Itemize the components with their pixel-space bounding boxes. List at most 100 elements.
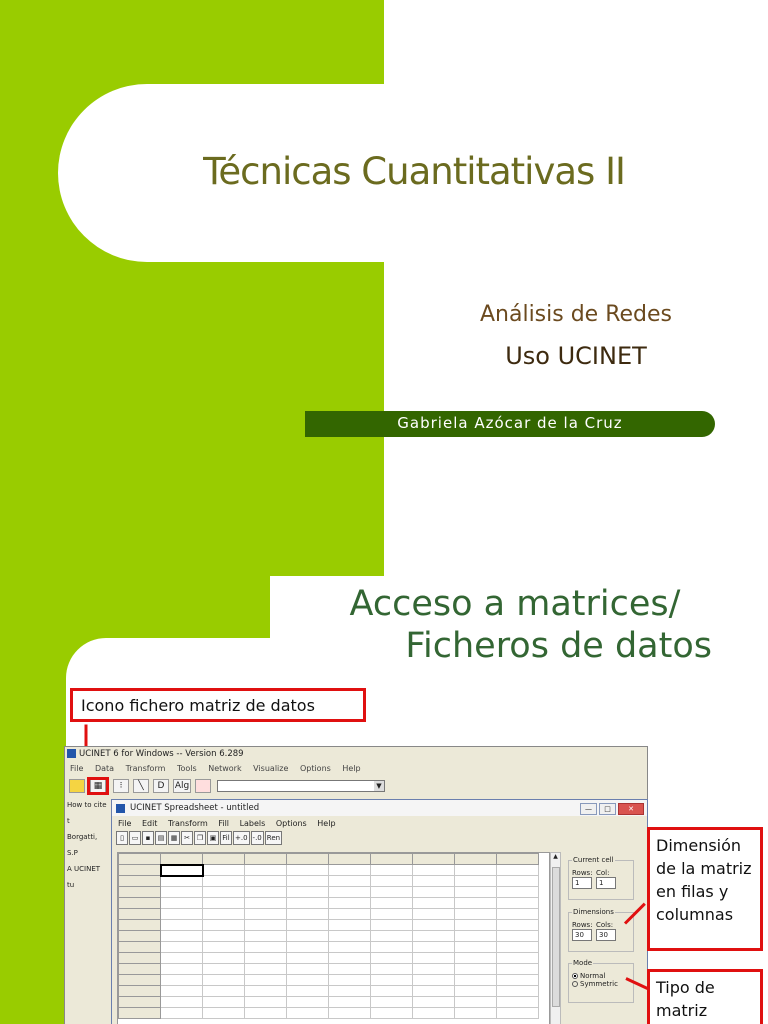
grid-cell[interactable]: [496, 985, 539, 997]
grid-cell[interactable]: [454, 886, 497, 898]
grid-cell[interactable]: [244, 875, 287, 887]
grid-cell[interactable]: [202, 886, 245, 898]
grid-cell[interactable]: [454, 941, 497, 953]
scroll-up-icon[interactable]: ▲: [551, 853, 560, 863]
grid-cell[interactable]: [370, 919, 413, 931]
grid-cell[interactable]: [202, 941, 245, 953]
grid-cell[interactable]: [202, 864, 245, 876]
grid-cell[interactable]: [202, 952, 245, 964]
grid-cell[interactable]: [328, 875, 371, 887]
grid-cell[interactable]: [328, 941, 371, 953]
grid-cell[interactable]: [328, 864, 371, 876]
menu-tools[interactable]: Tools: [177, 764, 197, 773]
grid-cell[interactable]: [370, 963, 413, 975]
grid-cell[interactable]: [370, 941, 413, 953]
grid-cell[interactable]: [160, 1007, 203, 1019]
grid-cell[interactable]: [412, 864, 455, 876]
grid-cell[interactable]: [286, 875, 329, 887]
grid-cell[interactable]: [244, 1007, 287, 1019]
grid-cell[interactable]: [328, 1007, 371, 1019]
grid-cell[interactable]: [496, 1007, 539, 1019]
netdraw-icon[interactable]: [195, 779, 211, 793]
grid-cell[interactable]: [286, 952, 329, 964]
rename-button[interactable]: Ren: [264, 831, 283, 845]
grid-cell[interactable]: [328, 985, 371, 997]
grid-icon[interactable]: ▦: [168, 831, 180, 845]
chart-icon[interactable]: ⁝: [113, 779, 129, 793]
grid-cell[interactable]: [370, 996, 413, 1008]
grid-cell[interactable]: [496, 886, 539, 898]
menu-options[interactable]: Options: [276, 819, 307, 828]
grid-cell[interactable]: [412, 1007, 455, 1019]
grid-cell[interactable]: [454, 996, 497, 1008]
cut-icon[interactable]: ✂: [181, 831, 193, 845]
grid-cell[interactable]: [244, 996, 287, 1008]
menu-network[interactable]: Network: [208, 764, 241, 773]
menu-labels[interactable]: Labels: [240, 819, 266, 828]
grid-cell[interactable]: [244, 930, 287, 942]
grid-cell[interactable]: [496, 864, 539, 876]
radio-icon[interactable]: [572, 981, 578, 987]
grid-cell[interactable]: [496, 996, 539, 1008]
grid-cell[interactable]: [286, 941, 329, 953]
grid-cell[interactable]: [454, 963, 497, 975]
grid-cell[interactable]: [244, 919, 287, 931]
grid-cell[interactable]: [496, 963, 539, 975]
menu-edit[interactable]: Edit: [142, 819, 158, 828]
grid-cell[interactable]: [202, 974, 245, 986]
grid-cell[interactable]: [286, 897, 329, 909]
grid-cell[interactable]: [412, 930, 455, 942]
grid-cell[interactable]: [370, 952, 413, 964]
grid-cell[interactable]: [160, 974, 203, 986]
grid-cell[interactable]: [328, 908, 371, 920]
menu-fill[interactable]: Fill: [218, 819, 229, 828]
maximize-button[interactable]: □: [599, 803, 616, 815]
grid-cell[interactable]: [244, 941, 287, 953]
scroll-thumb[interactable]: [552, 867, 560, 1007]
grid-cell[interactable]: [496, 919, 539, 931]
menu-help[interactable]: Help: [342, 764, 360, 773]
grid-cell[interactable]: [202, 908, 245, 920]
grid-cell[interactable]: [286, 864, 329, 876]
grid-cell[interactable]: [412, 941, 455, 953]
grid-cell[interactable]: [244, 864, 287, 876]
close-button[interactable]: ✕: [618, 803, 644, 815]
menu-file[interactable]: File: [70, 764, 83, 773]
grid-cell[interactable]: [160, 930, 203, 942]
radio-selected-icon[interactable]: [572, 973, 578, 979]
grid-cell[interactable]: [160, 952, 203, 964]
grid-cell[interactable]: [412, 985, 455, 997]
vertical-scrollbar[interactable]: ▲: [550, 852, 561, 1024]
grid-cell[interactable]: [286, 1007, 329, 1019]
grid-cell[interactable]: [160, 941, 203, 953]
grid-cell[interactable]: [160, 985, 203, 997]
grid-cell[interactable]: [160, 886, 203, 898]
grid-cell[interactable]: [454, 1007, 497, 1019]
grid-cell[interactable]: [412, 996, 455, 1008]
mode-normal-option[interactable]: Normal: [572, 972, 630, 980]
menu-visualize[interactable]: Visualize: [253, 764, 288, 773]
grid-cell[interactable]: [244, 908, 287, 920]
decrease-decimals-button[interactable]: -.0: [250, 831, 264, 845]
grid-cell[interactable]: [412, 952, 455, 964]
alg-button[interactable]: Alg: [173, 779, 191, 793]
grid-cell[interactable]: [244, 952, 287, 964]
menu-transform[interactable]: Transform: [168, 819, 208, 828]
increase-decimals-button[interactable]: +.0: [233, 831, 250, 845]
menu-transform[interactable]: Transform: [126, 764, 166, 773]
grid-cell[interactable]: [412, 886, 455, 898]
grid-cell[interactable]: [202, 919, 245, 931]
grid-cell[interactable]: [370, 886, 413, 898]
grid-cell[interactable]: [286, 985, 329, 997]
grid-cell[interactable]: [412, 974, 455, 986]
grid-cell[interactable]: [160, 897, 203, 909]
grid-cell[interactable]: [454, 897, 497, 909]
menu-help[interactable]: Help: [317, 819, 335, 828]
grid-cell[interactable]: [328, 974, 371, 986]
grid-cell[interactable]: [244, 886, 287, 898]
matrix-grid[interactable]: [117, 852, 550, 1024]
grid-cell[interactable]: [328, 897, 371, 909]
save-icon[interactable]: ▪: [142, 831, 154, 845]
grid-cell[interactable]: [370, 908, 413, 920]
grid-cell[interactable]: [496, 930, 539, 942]
